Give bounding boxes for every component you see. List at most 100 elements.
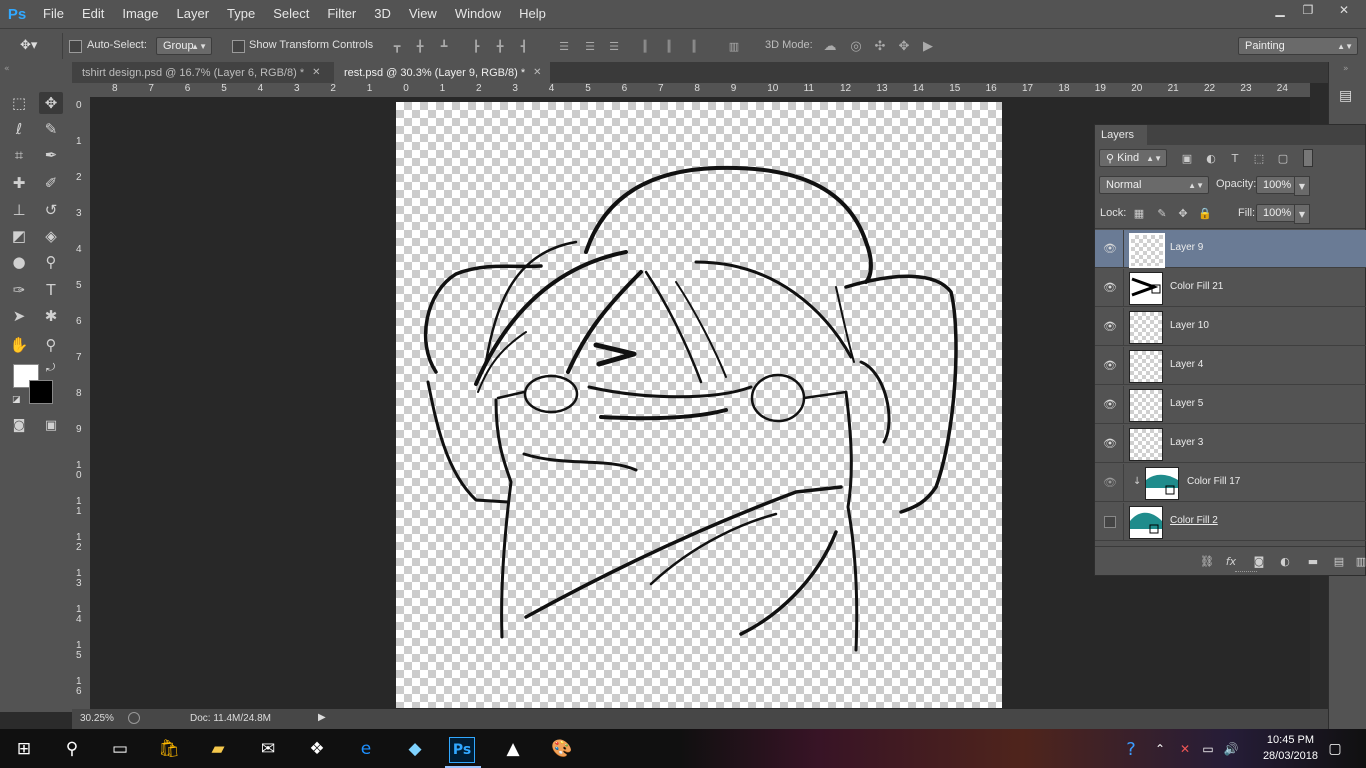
edge-browser-icon[interactable]: e (351, 734, 381, 764)
mail-icon[interactable]: ✉ (253, 734, 283, 764)
distribute-left-icon[interactable]: ║ (638, 39, 652, 53)
menu-file[interactable]: File (34, 0, 73, 28)
new-group-icon[interactable]: ▬ (1305, 553, 1321, 569)
layer-row[interactable]: 👁 Layer 5 (1095, 386, 1366, 424)
screen-mode-icon[interactable]: ▣ (39, 414, 63, 436)
history-brush-tool-icon[interactable]: ↺ (39, 199, 63, 221)
eye-icon[interactable]: 👁 (1103, 280, 1117, 294)
blur-tool-icon[interactable]: ● (7, 251, 31, 273)
action-center-icon[interactable]: ▢ (1320, 734, 1350, 764)
restore-button[interactable]: ❐ (1294, 0, 1322, 20)
menu-window[interactable]: Window (446, 0, 510, 28)
auto-select-dropdown[interactable]: Group ▲▼ (156, 37, 212, 55)
tab-close-icon[interactable]: ✕ (533, 67, 541, 78)
clone-stamp-tool-icon[interactable]: ⊥ (7, 199, 31, 221)
new-layer-icon[interactable]: ▤ (1331, 553, 1347, 569)
expand-panels-icon[interactable]: » (1343, 64, 1349, 74)
eye-icon[interactable]: 👁 (1103, 436, 1117, 450)
lock-position-icon[interactable]: ✥ (1175, 206, 1191, 220)
notes-app-icon[interactable]: ◆ (400, 734, 430, 764)
background-color-swatch[interactable] (29, 380, 53, 404)
align-hcenter-icon[interactable]: ╋ (493, 39, 507, 53)
status-menu-arrow-icon[interactable]: ▶ (318, 712, 326, 723)
photos-app-icon[interactable]: ▲ (498, 734, 528, 764)
filter-toggle-icon[interactable] (1303, 149, 1313, 167)
layer-name[interactable]: Color Fill 21 (1170, 281, 1223, 292)
default-colors-icon[interactable]: ◪ (12, 395, 21, 405)
swap-colors-icon[interactable]: ⤾ (46, 361, 55, 375)
dodge-tool-icon[interactable]: ⚲ (39, 251, 63, 273)
layer-filter-dropdown[interactable]: ⚲ Kind ▲▼ (1099, 149, 1167, 167)
tab-close-icon[interactable]: ✕ (312, 67, 320, 78)
resize-grip-icon[interactable] (1235, 571, 1257, 575)
distribute-vcenter-icon[interactable]: ☰ (583, 39, 597, 53)
lasso-tool-icon[interactable]: ℓ (7, 118, 31, 140)
menu-3d[interactable]: 3D (365, 0, 400, 28)
lock-image-pixels-icon[interactable]: ✎ (1154, 206, 1170, 220)
visibility-toggle-off[interactable] (1104, 516, 1116, 528)
layer-row[interactable]: 👁 Layer 3 (1095, 425, 1366, 463)
windows-start-icon[interactable]: ⊞ (9, 734, 39, 764)
quick-mask-icon[interactable]: ◙ (7, 414, 31, 436)
menu-select[interactable]: Select (264, 0, 318, 28)
3d-slide-icon[interactable]: ✥ (897, 39, 911, 54)
system-clock[interactable]: 10:45 PM 28/03/2018 (1263, 732, 1318, 764)
layer-name[interactable]: Layer 10 (1170, 320, 1209, 331)
layers-tab[interactable]: Layers (1095, 125, 1147, 145)
healing-brush-tool-icon[interactable]: ✚ (7, 172, 31, 194)
3d-roll-icon[interactable]: ◎ (849, 39, 863, 54)
eye-icon[interactable]: 👁 (1103, 397, 1117, 411)
3d-drag-icon[interactable]: ✣ (873, 39, 887, 54)
task-view-icon[interactable]: ▭ (105, 734, 135, 764)
3d-scale-icon[interactable]: ▶ (921, 39, 935, 54)
minimize-button[interactable]: ▁ (1266, 0, 1294, 20)
move-tool-icon[interactable]: ✥ (39, 92, 63, 114)
eye-icon[interactable]: 👁 (1103, 241, 1117, 255)
adjustment-layer-icon[interactable]: ◐ (1277, 553, 1293, 569)
crop-tool-icon[interactable]: ⌗ (7, 144, 31, 166)
show-transform-checkbox[interactable] (232, 40, 245, 53)
help-icon[interactable]: ? (1116, 734, 1146, 764)
zoom-tool-icon[interactable]: ⚲ (39, 334, 63, 356)
layer-row[interactable]: Color Fill 2 (1095, 503, 1366, 541)
eye-icon[interactable]: 👁 (1103, 475, 1117, 489)
paint-bucket-tool-icon[interactable]: ◈ (39, 225, 63, 247)
layer-name[interactable]: Layer 9 (1170, 242, 1203, 253)
collapse-panel-icon[interactable]: « (4, 64, 10, 74)
filter-type-icon[interactable]: T (1227, 151, 1243, 165)
lock-transparency-icon[interactable]: ▦ (1131, 206, 1147, 220)
delete-layer-icon[interactable]: ▥ (1353, 553, 1366, 569)
layer-row[interactable]: 👁 Layer 9 (1095, 230, 1366, 268)
menu-type[interactable]: Type (218, 0, 264, 28)
menu-help[interactable]: Help (510, 0, 555, 28)
close-button[interactable]: ✕ (1322, 0, 1366, 20)
document-canvas[interactable] (396, 102, 1002, 708)
lock-all-icon[interactable]: 🔒 (1197, 206, 1213, 220)
filter-smart-object-icon[interactable]: ▢ (1275, 151, 1291, 165)
quick-select-tool-icon[interactable]: ✎ (39, 118, 63, 140)
align-vcenter-icon[interactable]: ╋ (413, 39, 427, 53)
align-left-icon[interactable]: ┣ (469, 39, 483, 53)
distribute-right-icon[interactable]: ║ (687, 39, 701, 53)
layer-name[interactable]: Layer 3 (1170, 437, 1203, 448)
volume-icon[interactable]: 🔊 (1216, 734, 1246, 764)
tab-tshirt-design[interactable]: tshirt design.psd @ 16.7% (Layer 6, RGB/… (72, 62, 334, 83)
zoom-level[interactable]: 30.25% (80, 713, 114, 724)
brush-tool-icon[interactable]: ✐ (39, 172, 63, 194)
file-explorer-icon[interactable]: ▰ (203, 734, 233, 764)
eyedropper-tool-icon[interactable]: ✒ (39, 144, 63, 166)
layer-row[interactable]: 👁 Color Fill 21 (1095, 269, 1366, 307)
auto-align-icon[interactable]: ▥ (727, 39, 741, 53)
shape-tool-icon[interactable]: ✱ (39, 305, 63, 327)
layer-style-icon[interactable]: fx (1223, 553, 1239, 569)
eye-icon[interactable]: 👁 (1103, 358, 1117, 372)
type-tool-icon[interactable]: T (39, 279, 63, 301)
align-bottom-icon[interactable]: ┻ (437, 39, 451, 53)
chevron-down-icon[interactable]: ▼ (1294, 204, 1310, 224)
auto-select-checkbox[interactable] (69, 40, 82, 53)
align-top-icon[interactable]: ┳ (390, 39, 404, 53)
dropbox-icon[interactable]: ❖ (302, 734, 332, 764)
workspace-dropdown[interactable]: Painting ▲▼ (1238, 37, 1358, 55)
layer-name[interactable]: Color Fill 2 (1170, 515, 1218, 526)
chevron-down-icon[interactable]: ▼ (1294, 176, 1310, 196)
